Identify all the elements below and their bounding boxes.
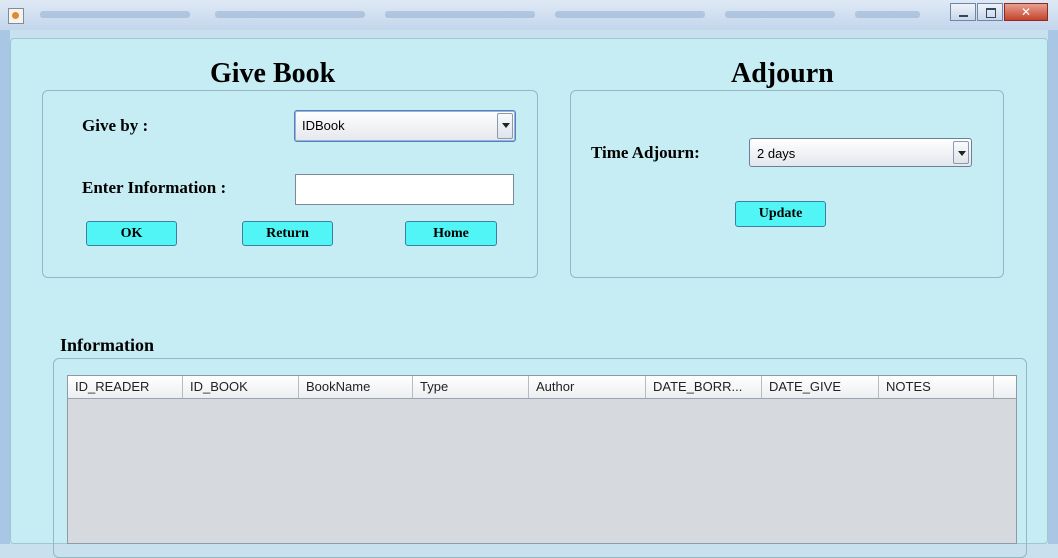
table-column-header[interactable]: BookName [299,376,413,398]
give-by-label: Give by : [82,116,149,135]
minimize-icon[interactable] [950,3,976,21]
information-title: Information [60,335,154,355]
enter-information-label: Enter Information : [82,178,227,197]
home-button[interactable]: Home [405,221,497,246]
table-column-header[interactable]: Author [529,376,646,398]
time-adjourn-value: 2 days [757,146,796,161]
table-column-header[interactable]: DATE_GIVE [762,376,879,398]
maximize-icon[interactable] [977,3,1003,21]
adjourn-panel [570,90,1004,278]
table-column-header[interactable]: Type [413,376,529,398]
title-bar: ✕ [0,0,1058,30]
chevron-down-icon[interactable] [953,141,969,164]
table-column-header[interactable]: ID_READER [68,376,183,398]
java-cup-icon [8,8,24,24]
return-button[interactable]: Return [242,221,333,246]
close-icon[interactable]: ✕ [1004,3,1048,21]
enter-information-input[interactable] [295,174,514,205]
update-button[interactable]: Update [735,201,826,227]
chevron-down-icon[interactable] [497,113,513,139]
table-column-header[interactable]: ID_BOOK [183,376,299,398]
table-column-header[interactable]: DATE_BORR... [646,376,762,398]
window-frame-left [0,30,10,544]
table-header: ID_READER ID_BOOK BookName Type Author DATE_B… [68,376,1016,399]
give-by-select[interactable]: IDBook [294,110,516,142]
adjourn-title: Adjourn [731,58,834,89]
ok-button[interactable]: OK [86,221,177,246]
give-by-value: IDBook [302,118,345,133]
table-column-header[interactable]: NOTES [879,376,994,398]
time-adjourn-label: Time Adjourn: [591,143,700,162]
time-adjourn-select[interactable]: 2 days [749,138,972,167]
information-table[interactable]: ID_READER ID_BOOK BookName Type Author DATE_B… [67,375,1017,544]
give-book-title: Give Book [210,58,336,89]
taskbar-blur-strip [40,11,920,19]
window-frame-right [1048,30,1058,544]
